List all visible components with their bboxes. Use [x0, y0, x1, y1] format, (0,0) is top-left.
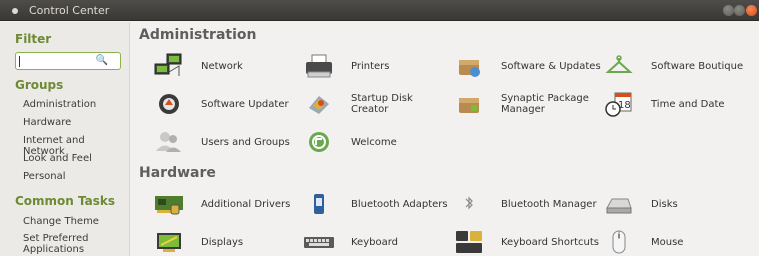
sidebar-item-personal[interactable]: Personal: [23, 171, 66, 182]
launcher-label: Printers: [351, 60, 390, 72]
launcher-label: Users and Groups: [201, 136, 290, 148]
software-updater-icon: [151, 90, 187, 118]
launcher-bluetooth-manager[interactable]: Bluetooth Manager: [451, 188, 601, 220]
search-icon: 🔍: [95, 55, 108, 66]
launcher-label: Network: [201, 60, 243, 72]
launcher-label: Mouse: [651, 236, 684, 248]
launcher-mouse[interactable]: Mouse: [601, 226, 751, 256]
launcher-keyboard[interactable]: Keyboard: [301, 226, 451, 256]
software-updates-icon: [451, 52, 487, 80]
launcher-startup-disk-creator[interactable]: Startup Disk Creator: [301, 88, 451, 120]
launcher-keyboard-shortcuts[interactable]: Keyboard Shortcuts: [451, 226, 601, 256]
launcher-label: Displays: [201, 236, 244, 248]
keyboard-icon: [301, 228, 337, 256]
sidebar: Filter 🔍 Groups Administration Hardware …: [0, 22, 130, 256]
launcher-additional-drivers[interactable]: Additional Drivers: [151, 188, 301, 220]
clock-calendar-icon: 18: [601, 90, 637, 118]
launcher-label: Software Updater: [201, 98, 289, 110]
main-panel: Administration Network Printers Software…: [131, 22, 759, 256]
mouse-icon: [601, 228, 637, 256]
drivers-icon: [151, 190, 187, 218]
window-titlebar[interactable]: Control Center: [0, 0, 759, 21]
keyboard-shortcuts-icon: [451, 228, 487, 256]
launcher-network[interactable]: Network: [151, 50, 301, 82]
launcher-label: Bluetooth Adapters: [351, 198, 448, 210]
launcher-label: Additional Drivers: [201, 198, 291, 210]
printer-icon: [301, 52, 337, 80]
sidebar-item-look-and-feel[interactable]: Look and Feel: [23, 153, 92, 164]
display-icon: [151, 228, 187, 256]
launcher-bluetooth-adapters[interactable]: Bluetooth Adapters: [301, 188, 451, 220]
bluetooth-adapter-icon: [301, 190, 337, 218]
task-preferred-apps[interactable]: Set Preferred Applications: [23, 233, 123, 255]
disk-icon: [601, 190, 637, 218]
minimize-button[interactable]: [723, 5, 734, 16]
launcher-label: Software Boutique: [651, 60, 744, 72]
launcher-label: Welcome: [351, 136, 397, 148]
launcher-welcome[interactable]: Welcome: [301, 126, 451, 158]
synaptic-icon: [451, 90, 487, 118]
groups-title: Groups: [15, 78, 64, 92]
sidebar-item-hardware[interactable]: Hardware: [23, 117, 71, 128]
section-heading-hardware: Hardware: [139, 165, 216, 181]
filter-title: Filter: [15, 32, 52, 46]
software-boutique-icon: [601, 52, 637, 80]
maximize-button[interactable]: [734, 5, 745, 16]
text-cursor: [19, 56, 20, 67]
users-icon: [151, 128, 187, 156]
close-button[interactable]: [746, 5, 757, 16]
window-menu-icon[interactable]: [12, 8, 18, 14]
welcome-icon: [301, 128, 337, 156]
bluetooth-icon: [451, 190, 487, 218]
launcher-label: Synaptic Package Manager: [501, 93, 589, 115]
launcher-synaptic[interactable]: Synaptic Package Manager: [451, 88, 601, 120]
launcher-label: Bluetooth Manager: [501, 198, 597, 210]
section-heading-administration: Administration: [139, 27, 257, 43]
launcher-label: Time and Date: [651, 98, 725, 110]
launcher-label: Software & Updates: [501, 60, 601, 72]
launcher-users-and-groups[interactable]: Users and Groups: [151, 126, 301, 158]
task-change-theme[interactable]: Change Theme: [23, 216, 99, 227]
launcher-software-updater[interactable]: Software Updater: [151, 88, 301, 120]
launcher-label: Disks: [651, 198, 678, 210]
search-input[interactable]: 🔍: [15, 52, 121, 70]
launcher-label: Startup Disk Creator: [351, 93, 413, 115]
launcher-software-updates[interactable]: Software & Updates: [451, 50, 601, 82]
launcher-printers[interactable]: Printers: [301, 50, 451, 82]
launcher-displays[interactable]: Displays: [151, 226, 301, 256]
launcher-disks[interactable]: Disks: [601, 188, 751, 220]
sidebar-item-administration[interactable]: Administration: [23, 99, 96, 110]
common-tasks-title: Common Tasks: [15, 194, 116, 208]
network-icon: [151, 52, 187, 80]
window-title: Control Center: [29, 4, 110, 17]
launcher-label: Keyboard: [351, 236, 399, 248]
launcher-software-boutique[interactable]: Software Boutique: [601, 50, 751, 82]
launcher-time-and-date[interactable]: 18 Time and Date: [601, 88, 751, 120]
launcher-label: Keyboard Shortcuts: [501, 236, 599, 248]
startup-disk-icon: [301, 90, 337, 118]
